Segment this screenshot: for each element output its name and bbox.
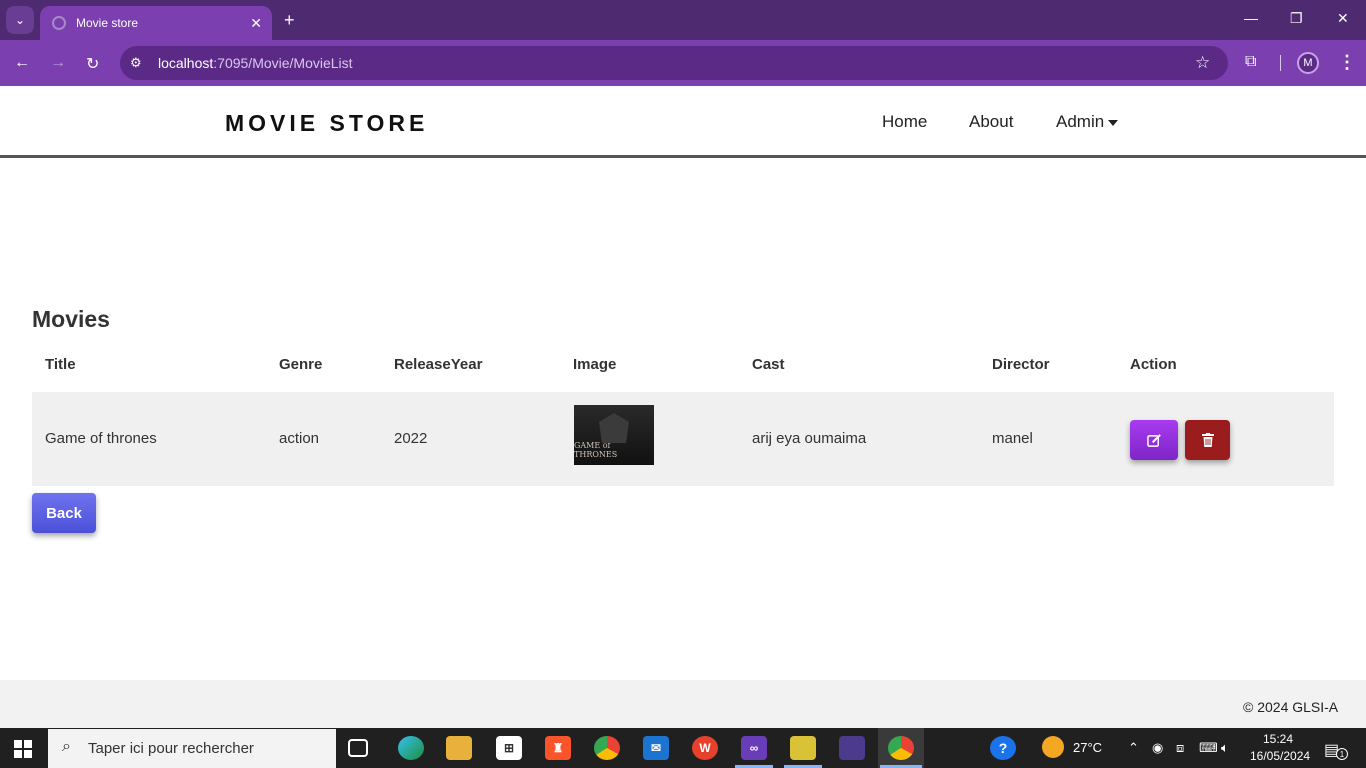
new-tab-button[interactable]: + [284, 10, 295, 31]
chevron-up-icon[interactable]: ⌃ [1128, 740, 1139, 756]
url-host: localhost [158, 55, 214, 71]
edit-button[interactable] [1130, 420, 1178, 460]
poster-caption: GAME of THRONES [574, 441, 618, 459]
microsoft-store-icon[interactable]: ⊞ [496, 736, 522, 760]
url-path: :7095/Movie/MovieList [213, 55, 353, 71]
browser-tab[interactable]: Movie store ✕ [40, 6, 272, 40]
chrome-icon[interactable] [594, 736, 620, 760]
browser-menu-icon[interactable]: ⋮ [1338, 52, 1356, 73]
site-navbar [0, 86, 1366, 158]
back-arrow-icon[interactable]: ← [14, 54, 30, 72]
sticky-app-icon[interactable] [790, 736, 816, 760]
column-header-cast: Cast [752, 356, 785, 373]
extensions-icon[interactable]: ⧉ [1245, 53, 1256, 71]
windows-start-icon[interactable] [14, 740, 32, 758]
tab-title: Movie store [76, 16, 139, 30]
column-header-genre: Genre [279, 356, 323, 373]
input-method-icon[interactable]: ⌨ [1199, 740, 1218, 756]
taskbar-clock[interactable]: 15:24 16/05/2024 [1250, 731, 1311, 765]
chrome-profile-icon[interactable] [888, 736, 914, 760]
cell-director: manel [992, 430, 1033, 447]
tab-favicon-icon [52, 16, 66, 30]
column-header-title: Title [45, 356, 76, 373]
visual-studio-icon[interactable]: ∞ [741, 736, 767, 760]
wps-office-icon[interactable]: W [692, 736, 718, 760]
task-view-icon[interactable] [348, 739, 368, 757]
cell-release-year: 2022 [394, 430, 428, 447]
meet-now-icon[interactable]: ⧈ [1176, 740, 1184, 756]
back-button[interactable]: Back [32, 493, 96, 533]
trash-icon [1201, 433, 1214, 447]
taskbar-search-input[interactable]: Taper ici pour rechercher [48, 729, 336, 768]
nav-admin-dropdown[interactable]: Admin [1056, 112, 1119, 132]
caret-down-icon [1108, 119, 1119, 126]
close-window-button[interactable]: ✕ [1337, 10, 1349, 27]
column-header-image: Image [573, 356, 617, 373]
edge-icon[interactable] [398, 736, 424, 760]
column-header-release-year: ReleaseYear [394, 356, 483, 373]
bookmark-star-icon[interactable]: ☆ [1195, 53, 1210, 73]
mail-icon[interactable]: ✉ [643, 736, 669, 760]
nav-admin-label: Admin [1056, 112, 1105, 131]
site-info-icon[interactable]: ⚙ [130, 55, 142, 71]
tab-close-icon[interactable]: ✕ [250, 15, 262, 32]
terminal-icon[interactable] [839, 736, 865, 760]
cell-genre: action [279, 430, 320, 447]
brave-icon[interactable]: ♜ [545, 736, 571, 760]
nav-about[interactable]: About [969, 112, 1013, 132]
weather-icon[interactable] [1042, 736, 1064, 758]
forward-arrow-icon[interactable]: → [50, 54, 66, 72]
cell-title: Game of thrones [45, 430, 157, 447]
tab-search-chevron-icon[interactable]: ⌄ [6, 6, 34, 34]
restore-button[interactable]: ❐ [1290, 10, 1303, 27]
footer-copyright: © 2024 GLSI-A [1243, 699, 1339, 715]
delete-button[interactable] [1185, 420, 1230, 460]
minimize-button[interactable]: — [1244, 10, 1258, 26]
clock-time: 15:24 [1262, 732, 1294, 746]
column-header-action: Action [1130, 356, 1177, 373]
movie-poster-image: GAME of THRONES [574, 405, 654, 465]
cell-cast: arij eya oumaima [752, 430, 867, 447]
site-brand[interactable]: MOVIE STORE [225, 110, 428, 137]
clock-date: 16/05/2024 [1250, 749, 1311, 763]
reload-icon[interactable]: ↻ [86, 54, 99, 74]
edit-icon [1146, 433, 1161, 447]
search-icon: ⌕ [62, 738, 71, 755]
page-title: Movies [32, 306, 110, 332]
nav-home[interactable]: Home [882, 112, 927, 132]
toolbar-divider [1280, 55, 1281, 71]
record-icon[interactable]: ◉ [1152, 740, 1163, 756]
address-bar[interactable]: localhost:7095/Movie/MovieList [120, 46, 1228, 80]
volume-icon[interactable]: 🔈︎ [1221, 740, 1229, 756]
help-icon[interactable]: ? [990, 736, 1016, 760]
notification-count-badge: 1 [1336, 748, 1348, 760]
weather-temperature[interactable]: 27°C [1073, 740, 1102, 755]
throne-graphic [599, 413, 629, 443]
file-explorer-icon[interactable] [446, 736, 472, 760]
profile-avatar[interactable]: M [1297, 52, 1319, 74]
site-footer [0, 680, 1366, 728]
column-header-director: Director [992, 356, 1050, 373]
